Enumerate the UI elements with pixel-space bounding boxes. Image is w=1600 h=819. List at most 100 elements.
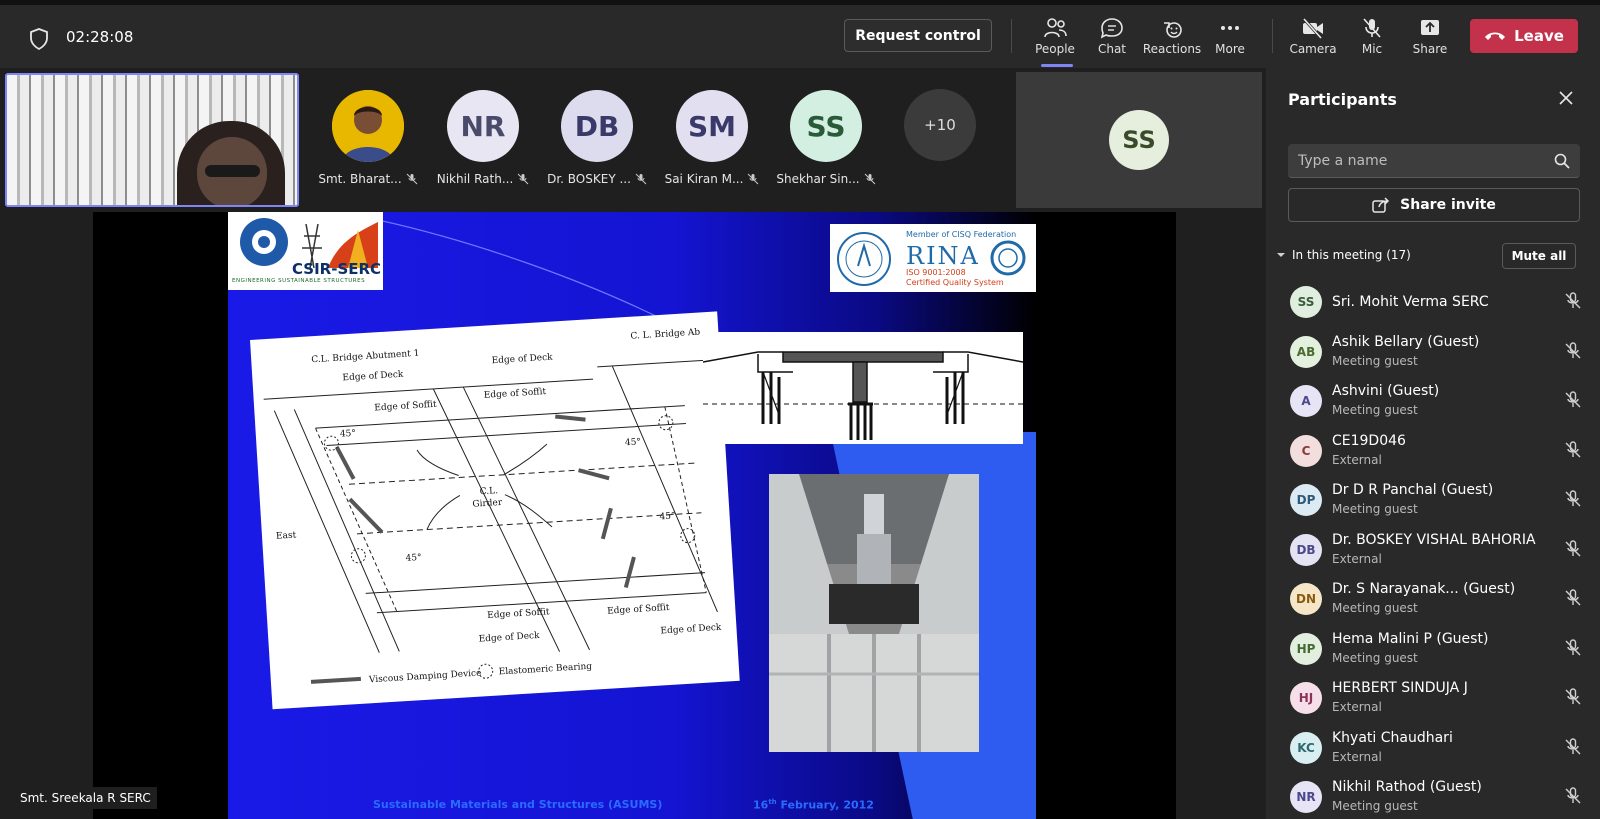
mic-off-icon[interactable]	[1564, 490, 1582, 508]
participant-tile[interactable]: SS Shekhar Sin...	[776, 90, 875, 186]
more-participants-button[interactable]: +10	[904, 89, 976, 161]
share-button[interactable]: Share	[1398, 15, 1462, 65]
participant-name-line: Hema Malini P (Guest)	[1332, 631, 1488, 647]
participant-avatar: AB	[1290, 335, 1322, 368]
reactions-label: Reactions	[1142, 42, 1202, 56]
participant-role: External	[1332, 551, 1382, 566]
diagram-label-girder: Girder	[472, 498, 503, 510]
tile-name: Shekhar Sin...	[776, 172, 860, 186]
participant-row[interactable]: DP Dr D R Panchal (Guest) Meeting guest	[1266, 476, 1600, 526]
participant-row[interactable]: KC Khyati Chaudhari External	[1266, 724, 1600, 774]
mic-off-icon[interactable]	[1564, 292, 1582, 310]
participant-tile[interactable]: DB Dr. BOSKEY ...	[547, 90, 647, 186]
presenter-video[interactable]	[5, 73, 299, 207]
diagram-label-angle: 45°	[659, 511, 676, 522]
participant-row[interactable]: NR Nikhil Rathod (Guest) Meeting guest	[1266, 773, 1600, 819]
mic-off-icon[interactable]	[1564, 341, 1582, 360]
camera-button[interactable]: Camera	[1281, 15, 1345, 65]
share-icon	[1372, 197, 1390, 213]
avatar: NR	[447, 90, 519, 162]
diagram-label-abutment-1: C.L. Bridge Abutment 1	[311, 349, 420, 366]
rina-name: RINA	[906, 242, 980, 270]
participant-row[interactable]: DN Dr. S Narayanak... (Guest) Meeting gu…	[1266, 575, 1600, 625]
footer-ordinal: th	[768, 798, 777, 806]
mic-off-icon[interactable]	[1564, 638, 1582, 657]
request-control-button[interactable]: Request control	[844, 19, 992, 52]
mic-off-icon[interactable]	[1564, 539, 1582, 558]
participant-row[interactable]: DB Dr. BOSKEY VISHAL BAHORIA External	[1266, 526, 1600, 576]
avatar: SS	[1109, 110, 1169, 170]
diagram-label-girder: C.L.	[479, 486, 498, 497]
reactions-button[interactable]: Reactions	[1140, 15, 1204, 65]
participant-name: Sri. Mohit Verma SERC	[1332, 294, 1489, 310]
participant-row[interactable]: AB Ashik Bellary (Guest) Meeting guest	[1266, 328, 1600, 378]
participant-name-line: Ashik Bellary (Guest)	[1332, 334, 1479, 350]
diagram-label-edge-of-deck: Edge of Deck	[342, 370, 404, 384]
more-button[interactable]: More	[1198, 15, 1262, 65]
mic-button[interactable]: Mic	[1340, 15, 1404, 65]
tile-name-row: Dr. BOSKEY ...	[537, 172, 657, 186]
mute-all-button[interactable]: Mute all	[1502, 243, 1576, 269]
chat-button[interactable]: Chat	[1080, 15, 1144, 65]
participant-role: External	[1332, 700, 1382, 714]
participant-guest-tag: (Guest)	[1387, 383, 1440, 399]
share-invite-label: Share invite	[1400, 197, 1496, 213]
active-tab-indicator	[1041, 64, 1073, 67]
participant-tile[interactable]: NR Nikhil Rath...	[437, 90, 529, 186]
tile-name-row: Shekhar Sin...	[766, 172, 886, 186]
share-invite-button[interactable]: Share invite	[1288, 188, 1580, 222]
logo-subtext: ENGINEERING SUSTAINABLE STRUCTURES	[232, 278, 366, 284]
participant-name: Nikhil Rathod	[1332, 779, 1426, 795]
participant-avatar: KC	[1290, 731, 1322, 764]
tile-name: Sai Kiran M...	[664, 172, 744, 186]
participant-row[interactable]: A Ashvini (Guest) Meeting guest	[1266, 377, 1600, 427]
participant-row[interactable]: HJ HERBERT SINDUJA J External	[1266, 674, 1600, 724]
participant-name-line: CE19D046	[1332, 433, 1406, 449]
people-label: People	[1035, 42, 1075, 56]
slide-footer-date: 16th February, 2012	[753, 798, 874, 812]
participant-name: Dr D R Panchal	[1332, 482, 1437, 498]
mic-off-icon[interactable]	[1564, 688, 1582, 706]
rina-member-text: Member of CISQ Federation	[906, 230, 1017, 239]
more-icon	[1221, 26, 1239, 30]
mic-off-icon[interactable]	[1564, 440, 1582, 459]
participant-tile[interactable]: SM Sai Kiran M...	[665, 90, 759, 186]
participant-name: Dr. S Narayanak...	[1332, 581, 1459, 597]
tile-name-row: Sai Kiran M...	[652, 172, 772, 186]
participant-role: Meeting guest	[1332, 650, 1418, 665]
diagram-label-angle: 45°	[340, 429, 357, 440]
mic-off-icon[interactable]	[1564, 391, 1582, 409]
leave-button[interactable]: Leave	[1470, 19, 1578, 53]
bridge-elevation-diagram	[702, 332, 1024, 444]
toolbar-divider	[1011, 19, 1012, 53]
mic-off-icon	[406, 173, 417, 185]
mic-off-icon[interactable]	[1564, 787, 1582, 805]
participant-search-input[interactable]	[1288, 144, 1580, 178]
diagram-legend-bearing: Elastomeric Bearing	[498, 662, 592, 678]
diagram-label-edge-of-deck: Edge of Deck	[478, 631, 540, 645]
diagram-label-angle: 45°	[405, 553, 422, 564]
people-button[interactable]: People	[1023, 15, 1087, 67]
participant-avatar: DB	[1290, 533, 1322, 566]
participant-row[interactable]: C CE19D046 External	[1266, 427, 1600, 477]
participant-name: Khyati Chaudhari	[1332, 729, 1453, 746]
camera-label: Camera	[1289, 42, 1337, 56]
participant-tile[interactable]: Smt. Bharat...	[318, 90, 417, 186]
participant-name-line: Sri. Mohit Verma SERC	[1332, 294, 1489, 310]
in-meeting-section-toggle[interactable]: In this meeting (17)	[1276, 248, 1411, 262]
shield-icon[interactable]	[28, 27, 50, 51]
presentation-slide: CSIR-SERC ENGINEERING SUSTAINABLE STRUCT…	[228, 212, 1036, 819]
tile-name: Smt. Bharat...	[318, 172, 402, 186]
participant-name-line: Khyati Chaudhari	[1332, 730, 1453, 746]
diagram-label-edge-of-soffit: Edge of Soffit	[487, 607, 550, 621]
mic-off-icon[interactable]	[1564, 589, 1582, 607]
participant-guest-tag: (Guest)	[1427, 333, 1480, 350]
presenter-name-tag: Smt. Sreekala R SERC	[14, 787, 157, 809]
close-icon[interactable]	[1556, 88, 1576, 108]
participant-avatar: HP	[1290, 632, 1322, 665]
participant-name: Ashik Bellary	[1332, 333, 1423, 350]
participant-row[interactable]: SS Sri. Mohit Verma SERC	[1266, 278, 1600, 328]
screen-share-tile[interactable]: SS	[1016, 72, 1262, 208]
mic-off-icon[interactable]	[1564, 737, 1582, 756]
participant-row[interactable]: HP Hema Malini P (Guest) Meeting guest	[1266, 625, 1600, 675]
